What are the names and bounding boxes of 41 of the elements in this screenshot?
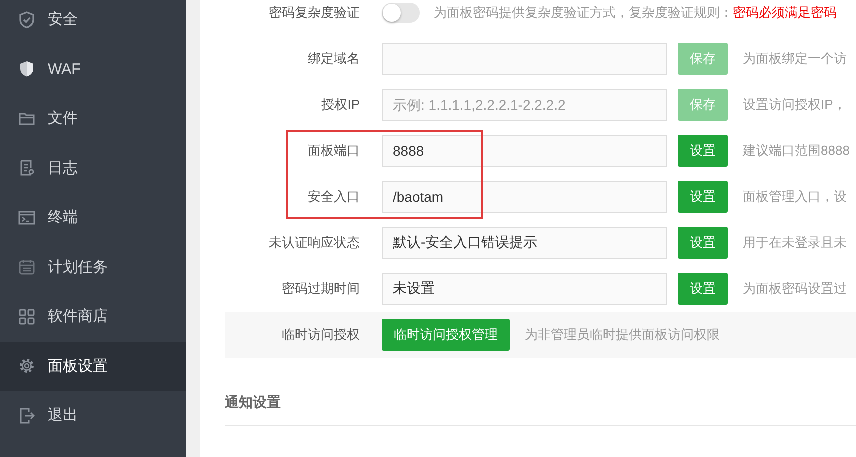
field-label: 授权IP (320, 96, 360, 114)
hint-text: 为面板密码提供复杂度验证方式，复杂度验证规则：密码必须满足密码 (434, 4, 837, 22)
hint-text: 设置访问授权IP， (743, 96, 846, 114)
field-label: 密码复杂度验证 (268, 4, 360, 22)
shield-icon (18, 60, 36, 78)
input-field[interactable] (382, 43, 667, 75)
toggle-switch[interactable] (382, 3, 420, 23)
grid-icon (18, 308, 36, 326)
sidebar-item[interactable]: 退出 (0, 391, 186, 440)
hint-text: 为非管理员临时提供面板访问权限 (525, 326, 720, 344)
input-field[interactable]: 8888 (382, 135, 667, 167)
sidebar-item[interactable]: 软件商店 (0, 292, 186, 342)
sidebar-item[interactable]: 终端 (0, 193, 186, 242)
sidebar-item[interactable]: 日志 (0, 144, 186, 193)
input-field[interactable]: 示例: 1.1.1.1,2.2.2.1-2.2.2.2 (382, 89, 667, 121)
input-field[interactable]: 默认-安全入口错误提示 (382, 227, 667, 259)
input-field[interactable]: 未设置 (382, 273, 667, 305)
calendar-icon (18, 258, 36, 276)
exit-icon (18, 406, 36, 425)
hint-text: 建议端口范围8888 (743, 142, 850, 160)
field-label: 安全入口 (307, 188, 360, 206)
hint-text: 面板管理入口，设 (743, 188, 847, 206)
hint-text: 为面板绑定一个访 (743, 50, 847, 68)
shield-check-icon (18, 10, 36, 29)
sidebar-item[interactable]: 安全 (0, 0, 186, 44)
section-title: 通知设置 (225, 394, 281, 412)
field-label: 绑定域名 (307, 50, 360, 68)
hint-text: 为面板密码设置过 (743, 280, 847, 298)
sidebar-item[interactable]: 计划任务 (0, 242, 186, 292)
document-icon (18, 159, 36, 178)
hint-text: 用于在未登录且未 (743, 234, 847, 252)
field-label: 密码过期时间 (281, 280, 360, 298)
field-label: 临时访问授权 (281, 326, 360, 344)
sidebar-item[interactable]: 文件 (0, 94, 186, 144)
terminal-icon (18, 208, 36, 227)
sidebar-item[interactable]: 面板设置 (0, 342, 186, 391)
field-label: 面板端口 (307, 142, 360, 160)
sidebar-item[interactable]: WAF (0, 44, 186, 94)
settings-icon (18, 357, 36, 376)
input-field[interactable]: /baotam (382, 181, 667, 213)
field-label: 未认证响应状态 (268, 234, 360, 252)
